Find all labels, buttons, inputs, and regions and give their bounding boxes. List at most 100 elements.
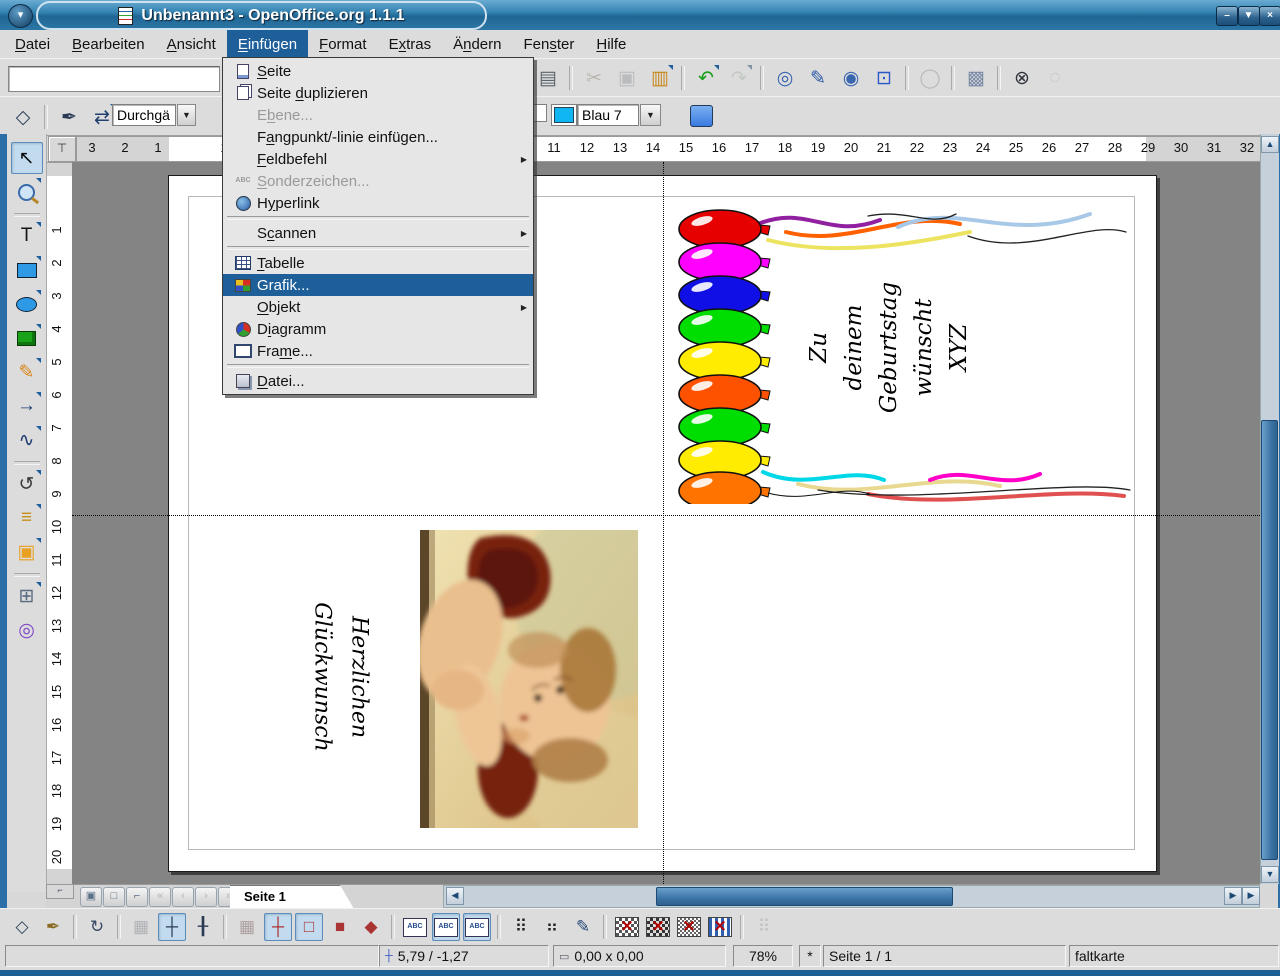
- snap-to-border-icon[interactable]: ■: [326, 913, 354, 941]
- menubar-item-extras[interactable]: Ex tras: [378, 30, 443, 58]
- exit-all-groups-icon[interactable]: ⠿: [750, 913, 778, 941]
- menubar-item-bearbeiten[interactable]: Bearbeiten: [61, 30, 156, 58]
- text-icon[interactable]: T: [11, 220, 43, 252]
- menu-item-scannen[interactable]: Scannen ▶: [223, 222, 533, 244]
- no-fill-checker-4-icon[interactable]: ×: [706, 913, 734, 941]
- redo-dropdown-arrow[interactable]: [747, 65, 752, 70]
- glue-points-icon[interactable]: ✒: [54, 102, 84, 132]
- alignment-dropdown-arrow[interactable]: [35, 504, 41, 509]
- show-helplines-icon[interactable]: ┼: [158, 913, 186, 941]
- ellipse-icon[interactable]: [11, 288, 43, 320]
- undo-dropdown-arrow[interactable]: [714, 65, 719, 70]
- snap-to-points-icon[interactable]: ◆: [357, 913, 385, 941]
- double-click-to-edit-text-icon[interactable]: ABC: [463, 913, 491, 941]
- edit-points-mode-icon[interactable]: ◇: [8, 913, 36, 941]
- first-page-button[interactable]: «: [149, 887, 171, 907]
- cherub-graphic[interactable]: [417, 500, 695, 850]
- select-text-area-icon[interactable]: ABC: [432, 913, 460, 941]
- lines-arrows-icon[interactable]: →: [11, 390, 43, 422]
- zoom-allowed-edit-icon[interactable]: ✎: [803, 63, 833, 93]
- lines-arrows-dropdown-arrow[interactable]: [35, 392, 41, 397]
- text-dropdown-arrow[interactable]: [35, 222, 41, 227]
- rotate-icon[interactable]: ↺: [11, 468, 43, 500]
- ellipse-dropdown-arrow[interactable]: [35, 290, 41, 295]
- window-menu-button[interactable]: ▾: [8, 4, 33, 28]
- show-grid-icon[interactable]: ▦: [127, 913, 155, 941]
- snap-line-vertical[interactable]: [663, 162, 664, 884]
- layer-mode-button[interactable]: ⌐: [126, 887, 148, 907]
- menubar-item-ndern[interactable]: Än dern: [442, 30, 512, 58]
- menubar-item-einfgen[interactable]: Einfügen: [226, 30, 309, 58]
- menu-item-hyperlink[interactable]: Hyperlink: [223, 192, 533, 214]
- vertical-scrollbar-thumb[interactable]: [1261, 420, 1278, 860]
- menu-item-objekt[interactable]: Objekt ▶: [223, 296, 533, 318]
- edit-points-icon[interactable]: ◇: [8, 102, 38, 132]
- menu-item-ebene[interactable]: Ebene...: [223, 104, 533, 126]
- paste-icon[interactable]: ▥: [645, 63, 675, 93]
- zoom-icon[interactable]: [11, 176, 43, 208]
- snap-to-margins-icon[interactable]: □: [295, 913, 323, 941]
- snap-to-grid-icon[interactable]: ▦: [233, 913, 261, 941]
- shadow-button[interactable]: [690, 105, 713, 127]
- next-page-button[interactable]: ›: [195, 887, 217, 907]
- stop-loading-icon[interactable]: ⊗: [1007, 63, 1037, 93]
- objects-3d-icon[interactable]: [11, 322, 43, 354]
- menubar-item-hilfe[interactable]: Hilfe: [585, 30, 637, 58]
- redo-icon[interactable]: ↷: [724, 63, 754, 93]
- layer-view-button[interactable]: ▣: [80, 887, 102, 907]
- alignment-icon[interactable]: ≡: [11, 502, 43, 534]
- undo-icon[interactable]: ↶: [691, 63, 721, 93]
- print-file-directly-icon[interactable]: ▤: [533, 63, 563, 93]
- transparency-icon[interactable]: ◯: [915, 63, 945, 93]
- helplines-to-front-icon[interactable]: ╂: [189, 913, 217, 941]
- menu-item-grafik[interactable]: Grafik...: [223, 274, 533, 296]
- menu-item-feldbefehl[interactable]: Feldbefehl ▶: [223, 148, 533, 170]
- scroll-left-icon[interactable]: ◀: [446, 887, 464, 905]
- no-fill-checker-1-icon[interactable]: ×: [613, 913, 641, 941]
- card-inside-text[interactable]: Herzlichen Glückwunsch: [266, 602, 416, 752]
- curve-icon[interactable]: ✎: [11, 356, 43, 388]
- status-zoom[interactable]: 78%: [733, 945, 793, 967]
- menubar-item-ansicht[interactable]: Ansicht: [156, 30, 227, 58]
- select-icon[interactable]: ↖: [10, 142, 43, 174]
- scroll-right-end-icon[interactable]: ▶: [1242, 887, 1260, 905]
- rotation-mode-icon[interactable]: ↻: [83, 913, 111, 941]
- tab-seite-1[interactable]: Seite 1: [230, 885, 354, 909]
- arrange-icon[interactable]: ▣: [11, 536, 43, 568]
- line-style-combo[interactable]: Durchgä ▼: [112, 104, 196, 126]
- glue-points-mode-icon[interactable]: ✒: [39, 913, 67, 941]
- search-icon[interactable]: ◌: [1040, 63, 1070, 93]
- connector-icon[interactable]: ∿: [11, 424, 43, 456]
- zoom-dropdown-arrow[interactable]: [35, 178, 41, 183]
- fill-color-swatch[interactable]: [551, 104, 577, 126]
- load-url-input[interactable]: [8, 66, 220, 92]
- scroll-down-icon[interactable]: ▼: [1261, 866, 1279, 883]
- cut-icon[interactable]: ✂: [579, 63, 609, 93]
- effects-3d-icon[interactable]: ◎: [11, 614, 43, 646]
- zoom-page-icon[interactable]: ⊡: [869, 63, 899, 93]
- minimize-button[interactable]: –: [1216, 6, 1238, 26]
- horizontal-scrollbar[interactable]: [443, 885, 1260, 908]
- menu-item-sonderzeichen[interactable]: ABC Sonderzeichen...: [223, 170, 533, 192]
- scroll-up-icon[interactable]: ▲: [1261, 136, 1279, 153]
- curve-dropdown-arrow[interactable]: [35, 358, 41, 363]
- menubar-item-datei[interactable]: Datei: [4, 30, 61, 58]
- large-handles-icon[interactable]: ⠶: [538, 913, 566, 941]
- insert-dropdown-arrow[interactable]: [35, 582, 41, 587]
- menu-item-frame[interactable]: Frame...: [223, 340, 533, 362]
- menu-item-fangpunkt-linie-einf-gen[interactable]: Fangpunkt/-linie einfügen...: [223, 126, 533, 148]
- paste-dropdown-arrow[interactable]: [668, 65, 673, 70]
- pick-through-icon[interactable]: ✎: [569, 913, 597, 941]
- snap-line-horizontal[interactable]: [72, 515, 1260, 516]
- fill-color-dropdown-icon[interactable]: ▼: [640, 104, 661, 126]
- vertical-ruler[interactable]: 1 2 3 4 5 6 7 8 9 10 11 12 13 14 15 16 17 18 19 20: [46, 162, 74, 886]
- insert-graphics-icon[interactable]: ▩: [961, 63, 991, 93]
- menu-item-datei[interactable]: Datei...: [223, 370, 533, 392]
- arrange-dropdown-arrow[interactable]: [35, 538, 41, 543]
- card-front-text[interactable]: Zu deinem Geburtstag wünscht XYZ: [800, 257, 980, 437]
- titlebar[interactable]: ▾ Unbenannt3 - OpenOffice.org 1.1.1 – ▼ ×: [0, 0, 1280, 31]
- quick-edit-icon[interactable]: ABC: [401, 913, 429, 941]
- rectangle-icon[interactable]: [11, 254, 43, 286]
- rotate-dropdown-arrow[interactable]: [35, 470, 41, 475]
- menubar-item-fenster[interactable]: Fen s ter: [512, 30, 585, 58]
